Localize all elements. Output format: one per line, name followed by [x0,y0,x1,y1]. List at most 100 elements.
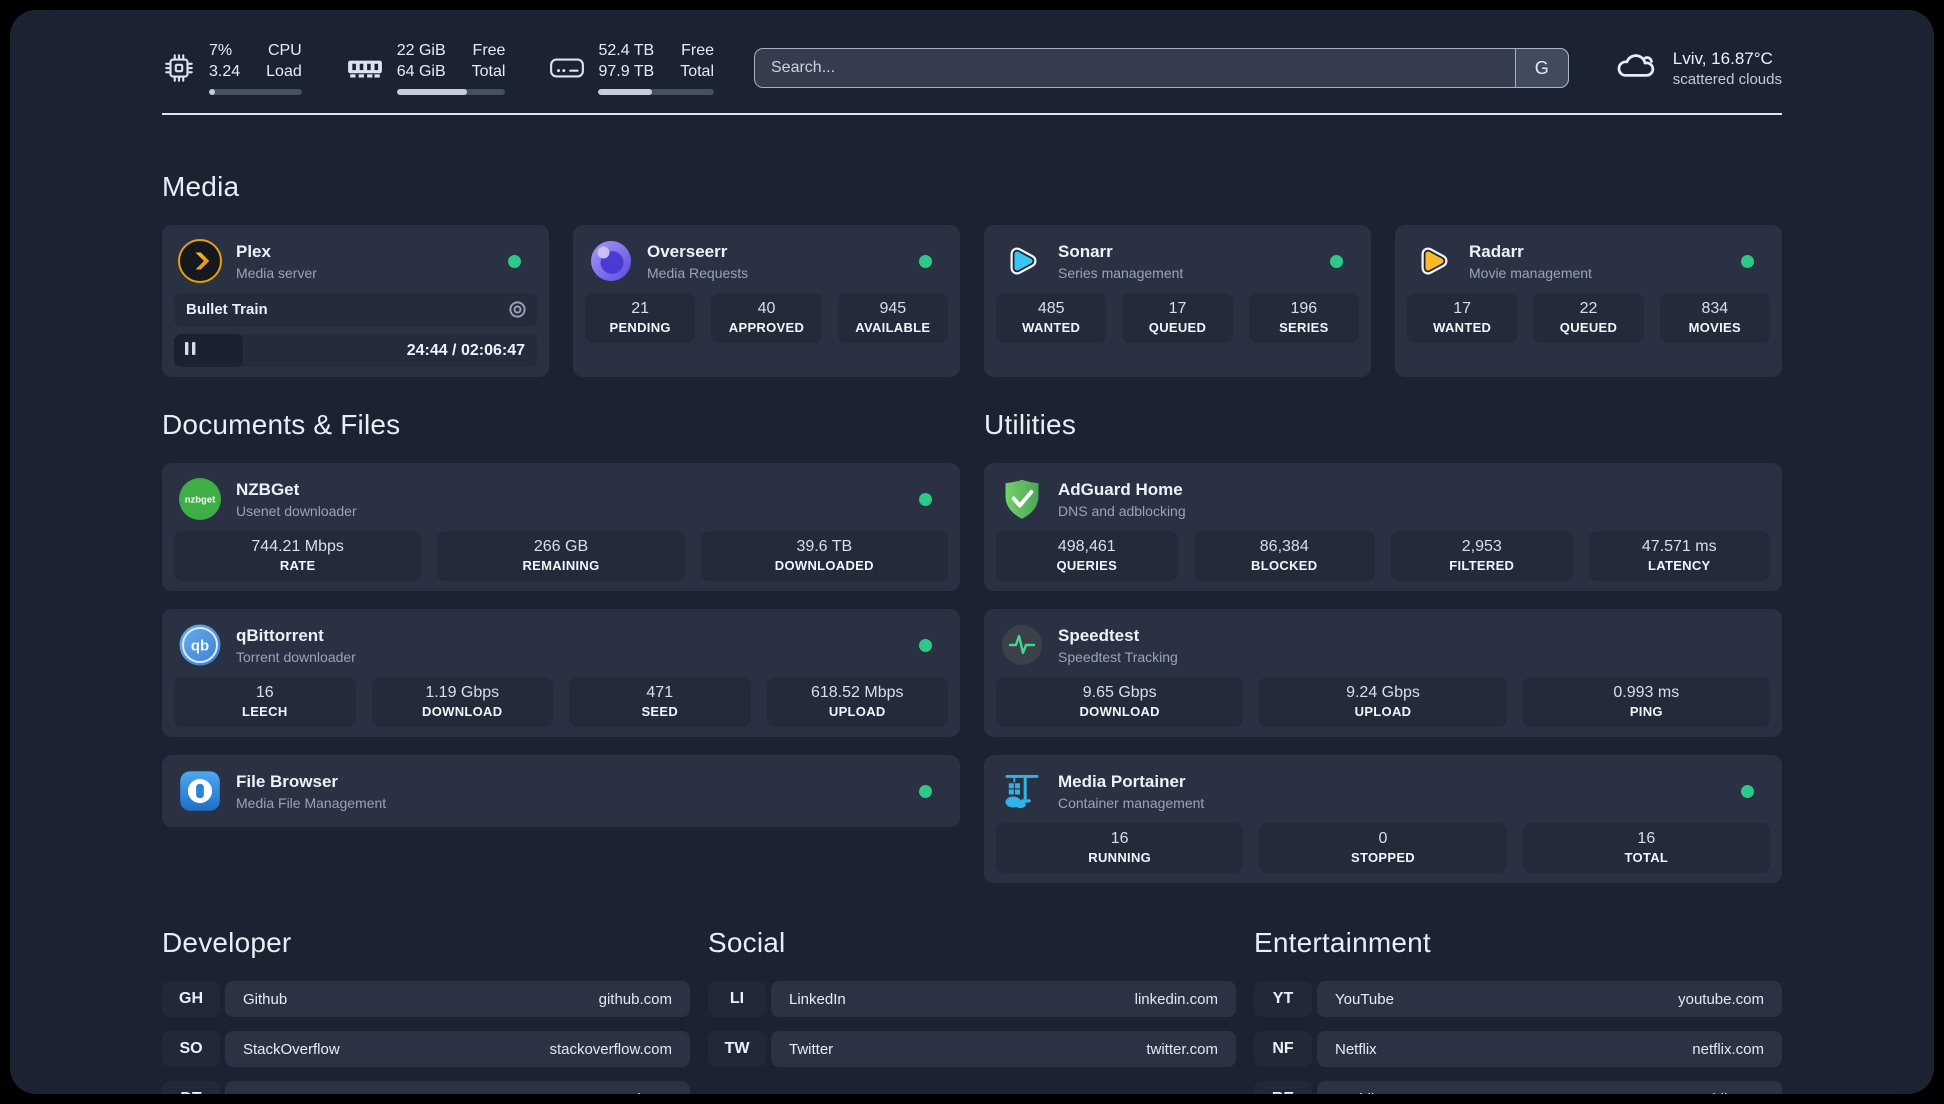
status-indicator [508,254,521,268]
stat-box: 47.571 ms LATENCY [1588,531,1770,581]
section-title-utilities: Utilities [984,409,1077,440]
section-title-documents: Documents & Files [162,409,401,440]
dashboard-app: 7% 3.24 CPU Load 22 GiB 64 GiB Free Tota… [10,10,1934,1094]
stat-box: 9.24 Gbps UPLOAD [1259,677,1507,727]
stat-box: 945 AVAILABLE [837,293,948,343]
service-name: qBittorrent [236,625,324,645]
status-indicator [1741,784,1754,798]
disk-free-label: Free [681,41,714,59]
nzbget-icon: nzbget [178,477,222,521]
stat-box: 744.21 Mbps RATE [174,531,422,581]
stat-box: 21 PENDING [585,293,696,343]
portainer-icon [1000,769,1044,813]
stat-box: 17 WANTED [1407,293,1518,343]
weather-location: Lviv, 16.87°C [1672,48,1773,68]
cpu-progress-bar [209,89,302,96]
service-card-overseerr[interactable]: Overseerr Media Requests 21 PENDING 40 A… [573,225,960,377]
sonarr-icon [1000,239,1044,283]
section-title-media: Media [162,171,240,202]
service-card-portainer[interactable]: Media Portainer Container management 16 … [984,755,1782,883]
header-divider [162,113,1782,115]
stat-box: 471 SEED [569,677,751,727]
memory-progress-bar [396,89,506,96]
stat-box: 266 GB REMAINING [437,531,685,581]
overseerr-icon [589,239,633,283]
bookmark-stackoverflow[interactable]: SO StackOverflow stackoverflow.com [162,1031,690,1067]
search-provider-button[interactable]: G [1514,48,1569,88]
stat-box: 16 RUNNING [996,823,1244,873]
stat-box: 2,953 FILTERED [1391,531,1573,581]
service-card-radarr[interactable]: Radarr Movie management 17 WANTED 22 QUE… [1395,225,1782,377]
stat-box: 22 QUEUED [1533,293,1644,343]
service-name: Plex [236,241,271,261]
status-indicator [919,254,932,268]
bookmark-youtube[interactable]: YT YouTube youtube.com [1254,981,1782,1017]
qbittorrent-icon: qb [178,623,222,667]
memory-total-label: Total [471,62,506,80]
search-bar: G [754,48,1569,88]
bookmark-netflix[interactable]: NF Netflix netflix.com [1254,1031,1782,1067]
filebrowser-icon [178,769,222,813]
service-description: Usenet downloader [236,502,357,519]
service-description: Series management [1058,264,1184,281]
bookmark-dev[interactable]: DT DEV dev.to [162,1081,690,1094]
bookmark-linkedin[interactable]: LI LinkedIn linkedin.com [708,981,1236,1017]
cloud-icon [1613,49,1659,88]
memory-free-value: 22 GiB [396,41,446,59]
service-card-speedtest[interactable]: Speedtest Speedtest Tracking 9.65 Gbps D… [984,609,1782,737]
service-card-sonarr[interactable]: Sonarr Series management 485 WANTED 17 Q… [984,225,1371,377]
service-name: AdGuard Home [1058,479,1183,499]
stat-box: 1.19 Gbps DOWNLOAD [371,677,553,727]
memory-free-label: Free [472,41,506,59]
status-indicator [919,492,932,506]
svg-text:qb: qb [191,638,209,655]
service-description: Container management [1058,794,1205,811]
stat-box: 40 APPROVED [711,293,822,343]
stat-box: 834 MOVIES [1659,293,1770,343]
disk-total-value: 97.9 TB [598,62,655,80]
plex-icon [178,239,222,283]
now-playing-title: Bullet Train [186,301,268,318]
stat-box: 16 TOTAL [1522,823,1770,873]
stat-box: 485 WANTED [996,293,1107,343]
section-title-entertainment: Entertainment [1254,927,1431,958]
cpu-usage-value: 7% [209,41,233,59]
pause-icon [185,341,196,360]
status-indicator [1741,254,1754,268]
disk-total-label: Total [680,62,714,80]
service-description: Media server [236,264,317,281]
section-title-developer: Developer [162,927,292,958]
cpu-load-label: Load [266,62,302,80]
stat-box: 16 LEECH [174,677,356,727]
service-card-filebrowser[interactable]: File Browser Media File Management [162,755,960,827]
service-card-plex[interactable]: Plex Media server Bullet Train 24:44 / 0… [162,225,549,377]
svg-text:nzbget: nzbget [185,495,216,506]
adguard-icon [1000,477,1044,521]
service-description: Speedtest Tracking [1058,648,1178,665]
stat-box: 0 STOPPED [1259,823,1507,873]
weather-widget: Lviv, 16.87°C scattered clouds [1613,49,1782,88]
memory-total-value: 64 GiB [396,62,446,80]
disk-free-value: 52.4 TB [598,41,655,59]
radarr-icon [1411,239,1455,283]
stat-box: 9.65 Gbps DOWNLOAD [996,677,1244,727]
now-playing-bar: Bullet Train [174,293,537,326]
header: 7% 3.24 CPU Load 22 GiB 64 GiB Free Tota… [162,36,1782,100]
status-indicator [1330,254,1343,268]
host-stats: 7% 3.24 CPU Load 22 GiB 64 GiB Free Tota… [162,41,714,96]
search-input[interactable] [754,48,1569,88]
cpu-usage-label: CPU [267,41,302,59]
service-card-qbittorrent[interactable]: qb qBittorrent Torrent downloader 16 LEE… [162,609,960,737]
service-card-adguard[interactable]: AdGuard Home DNS and adblocking 498,461 … [984,463,1782,591]
service-description: DNS and adblocking [1058,502,1186,519]
bookmark-twitter[interactable]: TW Twitter twitter.com [708,1031,1236,1067]
disk-icon [549,54,585,82]
speedtest-icon [1000,623,1044,667]
bookmark-reddit[interactable]: RE Reddit reddit.com [1254,1081,1782,1094]
bookmark-github[interactable]: GH Github github.com [162,981,690,1017]
service-card-nzbget[interactable]: nzbget NZBGet Usenet downloader 744.21 M… [162,463,960,591]
cpu-stat-widget: 7% 3.24 CPU Load [162,41,302,96]
service-name: Overseerr [647,241,728,261]
stat-box: 618.52 Mbps UPLOAD [766,677,948,727]
memory-icon [346,55,384,81]
